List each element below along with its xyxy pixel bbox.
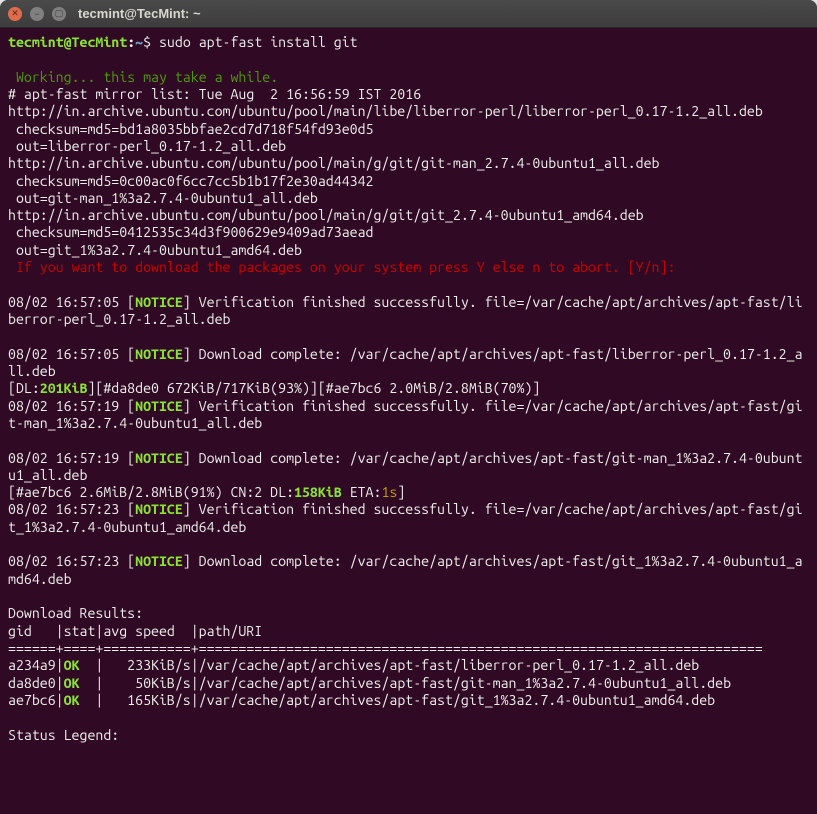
progress-line: ETA: <box>342 484 382 500</box>
timestamp: 08/02 16:57:05 [ <box>8 294 135 310</box>
table-row: da8de0| <box>8 675 64 691</box>
notice-tag: NOTICE <box>135 398 183 414</box>
prompt-colon: : <box>127 34 135 50</box>
timestamp: 08/02 16:57:19 [ <box>8 450 135 466</box>
out-line: out=git-man_1%3a2.7.4-0ubuntu1_all.deb <box>8 190 318 206</box>
notice-tag: NOTICE <box>135 294 183 310</box>
progress-line: [DL: <box>8 380 40 396</box>
prompt-symbol: $ <box>143 34 159 50</box>
ok-status: OK <box>64 692 80 708</box>
table-row: | 50KiB/s|/var/cache/apt/archives/apt-fa… <box>80 675 732 691</box>
notice-tag: NOTICE <box>135 501 183 517</box>
dl-size: 201KiB <box>40 380 88 396</box>
ok-status: OK <box>64 657 80 673</box>
status-legend: Status Legend: <box>8 727 119 743</box>
maximize-button[interactable]: ▢ <box>52 7 66 21</box>
url-line: http://in.archive.ubuntu.com/ubuntu/pool… <box>8 155 660 171</box>
terminal-window: ✕ − ▢ tecmint@TecMint: ~ tecmint@TecMint… <box>0 0 817 814</box>
command-text: sudo apt-fast install git <box>159 34 358 50</box>
notice-tag: NOTICE <box>135 553 183 569</box>
table-row: | 233KiB/s|/var/cache/apt/archives/apt-f… <box>80 657 700 673</box>
timestamp: 08/02 16:57:23 [ <box>8 501 135 517</box>
checksum-line: checksum=md5=bd1a8035bbfae2cd7d718f54fd9… <box>8 121 373 137</box>
minimize-button[interactable]: − <box>30 7 44 21</box>
url-line: http://in.archive.ubuntu.com/ubuntu/pool… <box>8 103 763 119</box>
ok-status: OK <box>64 675 80 691</box>
eta: 1s <box>381 484 397 500</box>
confirm-line: If you want to download the packages on … <box>8 259 675 275</box>
timestamp: 08/02 16:57:19 [ <box>8 398 135 414</box>
url-line: http://in.archive.ubuntu.com/ubuntu/pool… <box>8 207 644 223</box>
prompt-user: tecmint@TecMint <box>8 34 127 50</box>
notice-tag: NOTICE <box>135 450 183 466</box>
progress-line: ] <box>397 484 405 500</box>
working-line: Working... this may take a while. <box>8 69 278 85</box>
notice-tag: NOTICE <box>135 346 183 362</box>
table-row: a234a9| <box>8 657 64 673</box>
titlebar[interactable]: ✕ − ▢ tecmint@TecMint: ~ <box>0 0 817 28</box>
out-line: out=git_1%3a2.7.4-0ubuntu1_amd64.deb <box>8 242 302 258</box>
table-row: | 165KiB/s|/var/cache/apt/archives/apt-f… <box>80 692 716 708</box>
progress-line: ][#da8de0 672KiB/717KiB(93%)][#ae7bc6 2.… <box>87 380 540 396</box>
checksum-line: checksum=md5=0412535c34d3f900629e9409ad7… <box>8 224 373 240</box>
timestamp: 08/02 16:57:23 [ <box>8 553 135 569</box>
results-sep: ======+====+===========+================… <box>8 640 763 656</box>
out-line: out=liberror-perl_0.17-1.2_all.deb <box>8 138 286 154</box>
timestamp: 08/02 16:57:05 [ <box>8 346 135 362</box>
dl-rate: 158KiB <box>294 484 342 500</box>
checksum-line: checksum=md5=0c00ac0f6cc7cc5b1b17f2e30ad… <box>8 173 373 189</box>
terminal-body[interactable]: tecmint@TecMint:~$ sudo apt-fast install… <box>0 28 817 814</box>
mirror-line: # apt-fast mirror list: Tue Aug 2 16:56:… <box>8 86 421 102</box>
prompt-path: ~ <box>135 34 143 50</box>
window-controls: ✕ − ▢ <box>8 7 66 21</box>
window-title: tecmint@TecMint: ~ <box>78 6 201 21</box>
progress-line: [#ae7bc6 2.6MiB/2.8MiB(91%) CN:2 DL: <box>8 484 294 500</box>
results-cols: gid |stat|avg speed |path/URI <box>8 623 262 639</box>
close-button[interactable]: ✕ <box>8 7 22 21</box>
results-header: Download Results: <box>8 605 143 621</box>
table-row: ae7bc6| <box>8 692 64 708</box>
